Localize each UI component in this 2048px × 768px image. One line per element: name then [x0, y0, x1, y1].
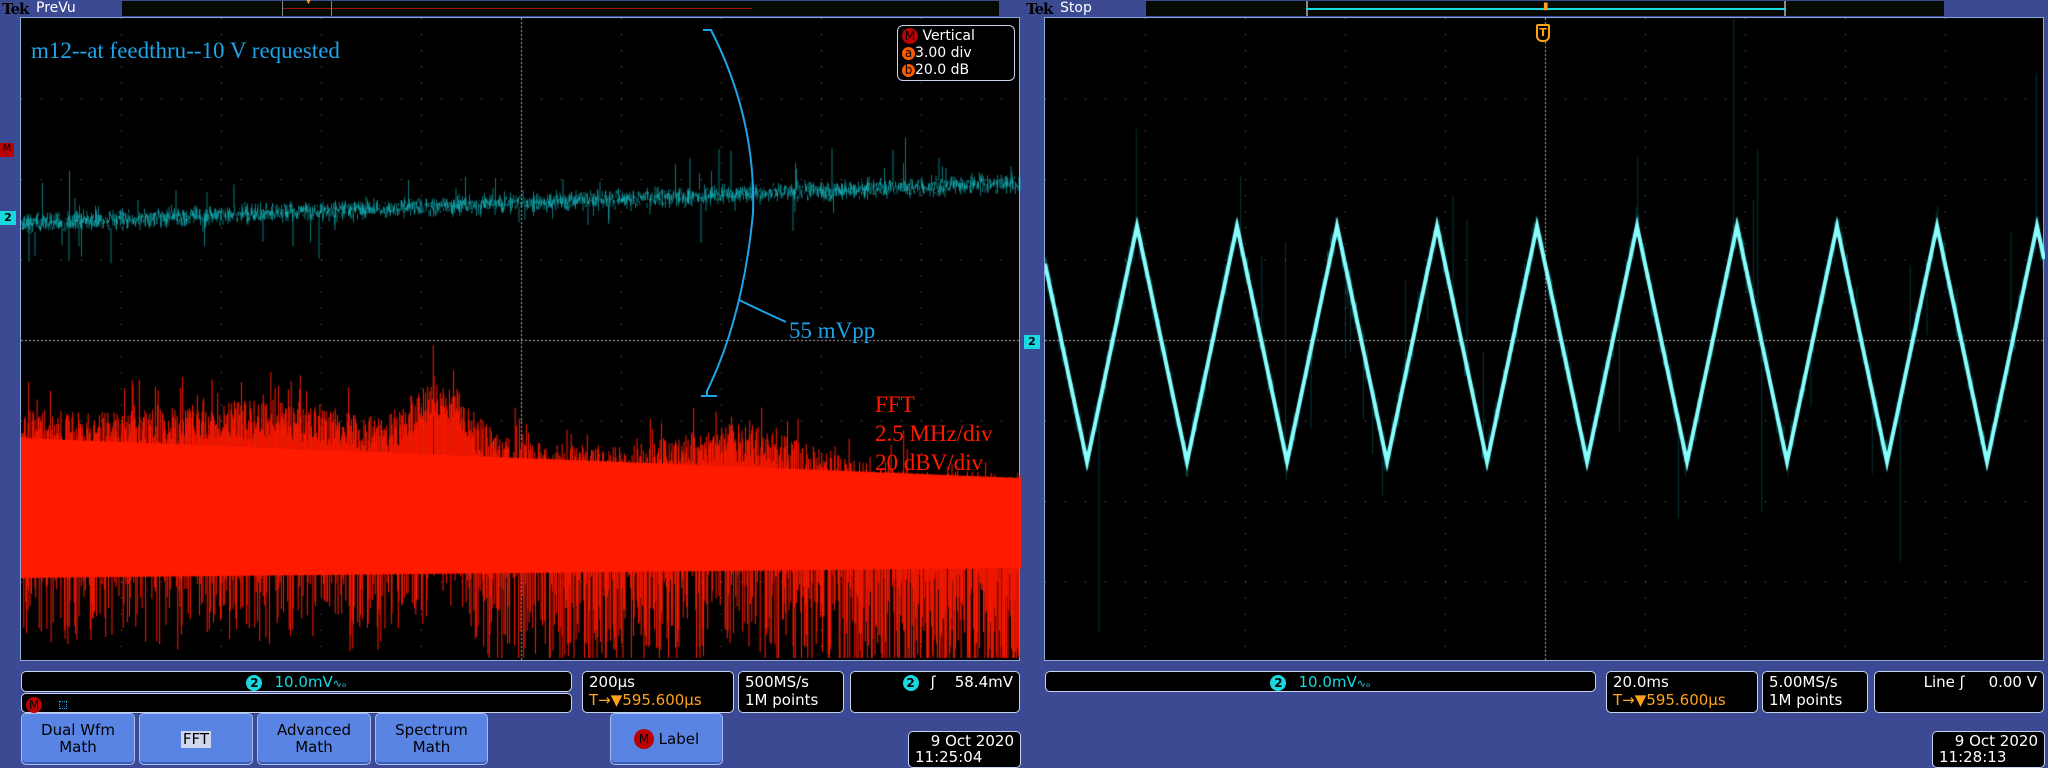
spectrum-math-button[interactable]: Spectrum Math [375, 713, 488, 765]
trigger-position-icon: T→▼ [1613, 691, 1647, 709]
date: 9 Oct 2020 [930, 732, 1014, 750]
trigger-slope-icon: ʃ [930, 673, 936, 691]
waveform-annotation: m12--at feedthru--10 V requested [31, 38, 340, 63]
bandwidth-icon: ∿ₒ [1356, 677, 1371, 690]
vertical-readout-box[interactable]: M Vertical a 3.00 div b 20.0 dB [897, 25, 1015, 81]
ch2-readout[interactable]: 2 10.0mV∿ₒ [1045, 671, 1596, 692]
horizontal-scale: 20.0ms [1613, 673, 1669, 691]
right-graticule[interactable]: T [1044, 17, 2045, 662]
dual-wfm-math-button[interactable]: Dual Wfm Math [21, 713, 135, 765]
math-badge: M [26, 697, 42, 713]
label-button-text: Label [658, 729, 700, 748]
bandwidth-icon: ∿ₒ [332, 677, 347, 690]
right-scope-screen: Tek Stop ▮ T 2 2 10.0mV∿ₒ 20.0ms T→▼595.6… [1024, 0, 2048, 768]
trigger-position-icon: T→▼ [589, 691, 623, 709]
date-time: 9 Oct 2020 11:28:13 [1932, 731, 2045, 768]
ch2-scale: 10.0mV [274, 673, 333, 691]
label-button[interactable]: M Label [610, 713, 723, 765]
trigger-level: 58.4mV [954, 673, 1013, 691]
amplitude-annotation: 55 mVpp [789, 318, 876, 343]
left-scope-screen: Tek PreVu ▼ m12--at feedthru--10 V reque… [0, 0, 1024, 768]
vertical-scale: 20.0 dB [915, 62, 970, 78]
ch2-badge: 2 [246, 675, 263, 691]
tek-logo: Tek [2, 0, 29, 18]
fft-button[interactable]: FFT [139, 713, 253, 765]
ch2-scale: 10.0mV [1298, 673, 1357, 691]
vertical-position: 3.00 div [915, 45, 972, 61]
time: 11:25:04 [915, 748, 983, 766]
date-time: 9 Oct 2020 11:25:04 [908, 731, 1021, 768]
timebase-readout[interactable]: 200µs T→▼595.600µs [582, 671, 734, 713]
math-badge: M [633, 729, 654, 749]
trigger-readout[interactable]: 2ʃ 58.4mV [850, 671, 1020, 713]
trigger-level: 0.00 V [1988, 673, 2037, 691]
trigger-source-badge: 2 [902, 675, 919, 691]
knob-b-icon: b [902, 64, 915, 77]
math-ground-marker[interactable]: M [0, 143, 14, 157]
fft-amp-scale: 20 dBV/div [875, 450, 983, 475]
fft-freq-scale: 2.5 MHz/div [875, 421, 993, 446]
acquisition-readout[interactable]: 5.00MS/s 1M points [1762, 671, 1868, 713]
knob-a-icon: a [902, 47, 915, 60]
ch2-ground-marker[interactable]: 2 [0, 211, 16, 225]
advanced-math-button[interactable]: Advanced Math [257, 713, 371, 765]
sample-rate: 500MS/s [745, 673, 809, 691]
math-position-icon [58, 701, 67, 709]
vertical-title: Vertical [922, 28, 975, 44]
record-length: 1M points [745, 691, 819, 709]
time: 11:28:13 [1939, 748, 2007, 766]
acquisition-state: Stop [1060, 0, 1092, 16]
math-badge: M [902, 28, 918, 44]
date: 9 Oct 2020 [1954, 732, 2038, 750]
left-graticule[interactable]: m12--at feedthru--10 V requested 55 mVpp… [20, 17, 1021, 662]
ch2-readout[interactable]: 2 10.0mV∿ₒ [21, 671, 572, 692]
trigger-marker-icon: ▮ [1543, 1, 1549, 12]
record-preview-bar[interactable]: ▮ [1146, 1, 1944, 16]
sample-rate: 5.00MS/s [1769, 673, 1838, 691]
fft-annotation: FFT 2.5 MHz/div 20 dBV/div [875, 390, 993, 477]
trigger-position: 595.600µs [1646, 691, 1726, 709]
preview-trace [282, 8, 752, 9]
ch2-ground-marker[interactable]: 2 [1024, 335, 1040, 349]
record-length: 1M points [1769, 691, 1843, 709]
ch2-badge: 2 [1270, 675, 1287, 691]
horizontal-scale: 200µs [589, 673, 635, 691]
trigger-readout[interactable]: Line ʃ 0.00 V [1874, 671, 2044, 713]
trigger-slope-icon: ʃ [1959, 673, 1965, 691]
math-readout[interactable]: M [21, 693, 572, 713]
acquisition-state: PreVu [36, 0, 76, 16]
fft-label: FFT [875, 392, 915, 417]
tek-logo: Tek [1026, 0, 1053, 18]
fft-button-label: FFT [180, 729, 212, 748]
waveform-display [1045, 18, 2045, 662]
trigger-source: Line [1923, 673, 1955, 691]
trigger-position: 595.600µs [622, 691, 702, 709]
record-preview-bar[interactable]: ▼ [122, 0, 999, 16]
acquisition-readout[interactable]: 500MS/s 1M points [738, 671, 844, 713]
timebase-readout[interactable]: 20.0ms T→▼595.600µs [1606, 671, 1758, 713]
trigger-point-marker[interactable]: T [1536, 24, 1550, 42]
trigger-marker-icon: ▼ [305, 0, 312, 6]
